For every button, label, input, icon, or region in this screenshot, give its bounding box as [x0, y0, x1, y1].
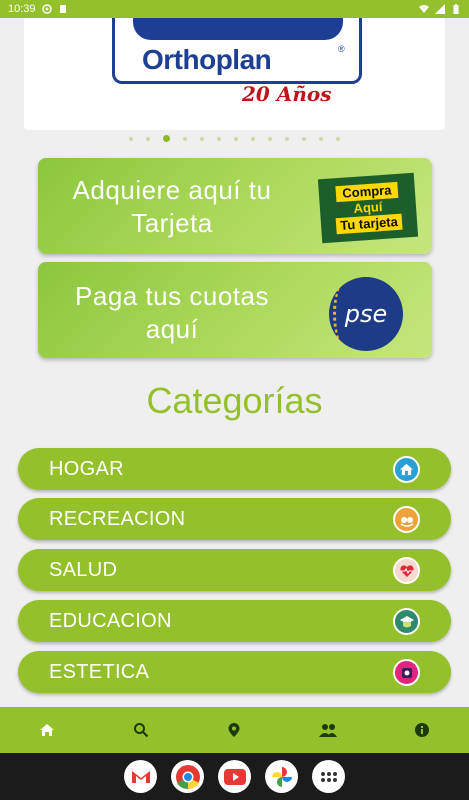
- home-icon: [393, 456, 420, 483]
- carousel-dot[interactable]: [251, 137, 255, 141]
- chrome-icon: [175, 764, 200, 789]
- braces-graphic: [133, 18, 343, 40]
- carousel-dot[interactable]: [336, 137, 340, 141]
- carousel-dot[interactable]: [217, 137, 221, 141]
- pse-ring: [333, 285, 353, 343]
- gmail-icon: [131, 771, 150, 783]
- nav-info[interactable]: [375, 707, 469, 753]
- nav-people[interactable]: [281, 707, 375, 753]
- category-label: RECREACION: [49, 508, 186, 530]
- pse-logo-icon: pse: [329, 277, 403, 351]
- search-icon: [133, 723, 148, 738]
- home-icon: [39, 724, 54, 736]
- buy-card-text: Adquiere aquí tu Tarjeta: [72, 175, 272, 238]
- carousel-dot[interactable]: [183, 137, 187, 141]
- anniversary-text: 20 Años: [242, 82, 332, 106]
- brand-name: Orthoplan: [142, 44, 272, 75]
- education-icon: [393, 608, 420, 635]
- nav-location[interactable]: [188, 707, 282, 753]
- carousel-indicator: [0, 135, 469, 142]
- buy-card-button[interactable]: Adquiere aquí tu Tarjeta Compra Aquí Tu …: [38, 158, 432, 254]
- carousel-dot[interactable]: [234, 137, 238, 141]
- nav-home[interactable]: [0, 707, 94, 753]
- category-hogar[interactable]: HOGAR: [18, 448, 451, 490]
- carousel-dot[interactable]: [268, 137, 272, 141]
- category-estetica[interactable]: ESTETICA: [18, 651, 451, 693]
- carousel-dot[interactable]: [129, 137, 133, 141]
- category-recreacion[interactable]: RECREACION: [18, 498, 451, 540]
- category-label: HOGAR: [49, 458, 124, 480]
- youtube-app[interactable]: [218, 760, 251, 793]
- photos-app[interactable]: [265, 760, 298, 793]
- app-drawer-icon: [320, 771, 337, 782]
- carousel-dot[interactable]: [302, 137, 306, 141]
- chrome-app[interactable]: [171, 760, 204, 793]
- category-educacion[interactable]: EDUCACION: [18, 600, 451, 642]
- carousel-dot[interactable]: [146, 137, 150, 141]
- heart-pulse-icon: [393, 557, 420, 584]
- category-label: EDUCACION: [49, 610, 172, 632]
- wifi-icon: [419, 5, 429, 13]
- battery-icon: [453, 4, 459, 14]
- gmail-app[interactable]: [124, 760, 157, 793]
- nav-search[interactable]: [94, 707, 188, 753]
- sync-icon: [41, 4, 52, 14]
- bottom-navigation: [0, 707, 469, 753]
- pay-installments-button[interactable]: Paga tus cuotas aquí pse: [38, 262, 432, 358]
- info-icon: [415, 723, 430, 737]
- badge-line-3: Tu tarjeta: [335, 213, 403, 235]
- app-drawer[interactable]: [312, 760, 345, 793]
- people-icon: [319, 724, 338, 737]
- carousel-dot[interactable]: [200, 137, 204, 141]
- category-label: ESTETICA: [49, 661, 150, 683]
- system-dock: [0, 753, 469, 800]
- category-label: SALUD: [49, 559, 118, 581]
- youtube-icon: [223, 768, 246, 785]
- location-pin-icon: [228, 723, 240, 737]
- beauty-icon: [393, 659, 420, 686]
- carousel-dot[interactable]: [285, 137, 289, 141]
- status-time: 10:39: [8, 3, 36, 15]
- carousel-dot-active[interactable]: [163, 135, 170, 142]
- registered-mark: ®: [338, 44, 345, 54]
- recreation-icon: [393, 506, 420, 533]
- signal-icon: [435, 4, 445, 14]
- category-salud[interactable]: SALUD: [18, 549, 451, 591]
- carousel-dot[interactable]: [319, 137, 323, 141]
- sd-card-icon: [59, 5, 66, 13]
- promo-banner[interactable]: Orthoplan ® 20 Años: [24, 18, 445, 130]
- buy-card-badge: Compra Aquí Tu tarjeta: [317, 172, 419, 244]
- photos-icon: [271, 766, 292, 787]
- pay-installments-text: Paga tus cuotas aquí: [75, 281, 269, 344]
- categories-title: Categorías: [146, 380, 323, 421]
- status-bar: 10:39: [0, 0, 469, 18]
